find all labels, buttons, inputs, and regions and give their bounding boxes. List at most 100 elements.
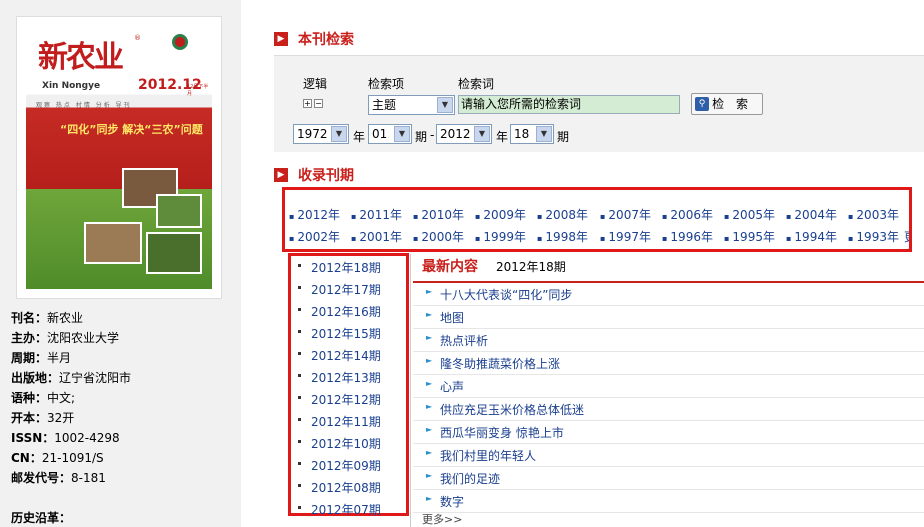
bullet-icon: ▪ (475, 234, 481, 243)
issue-unit: 期 (415, 130, 428, 144)
bullet-icon: ▪ (413, 212, 419, 221)
issue-link[interactable]: 2012年07期 (298, 501, 381, 518)
articles-more-link[interactable]: 更多>> (422, 511, 462, 527)
article-item[interactable]: ► 供应充足玉米价格总体低迷 (413, 398, 924, 421)
to-issue-select[interactable]: 18 ▼ (510, 124, 554, 144)
issue-link[interactable]: 2012年18期 (298, 259, 381, 276)
from-year-select[interactable]: 1972 ▼ (293, 124, 349, 144)
year-link[interactable]: ▪ 2007年 (600, 206, 651, 223)
issue-link[interactable]: 2012年14期 (298, 347, 381, 364)
year-link-label: 1997年 (608, 230, 651, 244)
article-item[interactable]: ► 我们的足迹 (413, 467, 924, 490)
year-link[interactable]: ▪ 2008年 (537, 206, 588, 223)
bullet-icon (298, 352, 301, 355)
from-issue-select[interactable]: 01 ▼ (368, 124, 412, 144)
bullet-icon: ▪ (537, 234, 543, 243)
article-link[interactable]: 地图 (440, 309, 464, 326)
minus-icon[interactable]: − (314, 99, 323, 108)
article-link[interactable]: 隆冬助推蔬菜价格上涨 (440, 355, 560, 372)
info-row: CN：21-1091/S (11, 451, 236, 465)
field-select[interactable]: 主题 ▼ (368, 95, 455, 115)
issue-link[interactable]: 2012年15期 (298, 325, 381, 342)
year-link[interactable]: ▪ 2011年 (351, 206, 402, 223)
issue-link[interactable]: 2012年16期 (298, 303, 381, 320)
bullet-icon (298, 374, 301, 377)
article-link[interactable]: 热点评析 (440, 332, 488, 349)
article-link[interactable]: 数字 (440, 493, 464, 510)
year-link[interactable]: ▪ 2005年 (724, 206, 775, 223)
year-link[interactable]: ▪ 2000年 (413, 228, 464, 245)
latest-content-issue: 2012年18期 (496, 260, 566, 274)
year-link[interactable]: ▪ 1999年 (475, 228, 526, 245)
bullet-icon: ▪ (848, 212, 854, 221)
year-link[interactable]: ▪ 2004年 (786, 206, 837, 223)
keyword-input[interactable]: 请输入您所需的检索词 (458, 95, 680, 114)
divider (410, 254, 411, 527)
article-item[interactable]: ► 我们村里的年轻人 (413, 444, 924, 467)
plus-icon[interactable]: + (303, 99, 312, 108)
info-value: 8-181 (71, 471, 106, 485)
arrow-icon: ► (426, 379, 433, 388)
years-more-link[interactable]: 更多 (904, 228, 909, 249)
year-link[interactable]: ▪ 1998年 (537, 228, 588, 245)
logic-label: 逻辑 (303, 77, 328, 91)
bullet-icon (298, 308, 301, 311)
year-link[interactable]: ▪ 2002年 (289, 228, 340, 245)
year-link-label: 1996年 (670, 230, 713, 244)
from-issue-value: 01 (372, 127, 388, 141)
year-link-label: 2011年 (359, 208, 402, 222)
issue-link[interactable]: 2012年12期 (298, 391, 381, 408)
year-link[interactable]: ▪ 2009年 (475, 206, 526, 223)
article-link[interactable]: 供应充足玉米价格总体低迷 (440, 401, 584, 418)
field-select-value: 主题 (372, 98, 397, 112)
article-link[interactable]: 心声 (440, 378, 464, 395)
article-item[interactable]: ► 十八大代表谈“四化”同步 (413, 283, 924, 306)
article-item[interactable]: ► 心声 (413, 375, 924, 398)
year-link[interactable]: ▪ 2006年 (662, 206, 713, 223)
article-item[interactable]: ► 数字 (413, 490, 924, 513)
article-link[interactable]: 西瓜华丽变身 惊艳上市 (440, 424, 564, 441)
year-link[interactable]: ▪ 1993年 (848, 228, 899, 245)
article-item[interactable]: ► 地图 (413, 306, 924, 329)
issue-link[interactable]: 2012年10期 (298, 435, 381, 452)
search-button[interactable]: ⚲ 检 索 (691, 93, 763, 115)
year-link[interactable]: ▪ 2001年 (351, 228, 402, 245)
bullet-icon (298, 330, 301, 333)
years-section-title: 收录刊期 (298, 168, 354, 184)
bullet-icon: ▪ (475, 212, 481, 221)
issue-link[interactable]: 2012年17期 (298, 281, 381, 298)
year-link[interactable]: ▪ 1996年 (662, 228, 713, 245)
bullet-icon (298, 286, 301, 289)
article-item[interactable]: ► 热点评析 (413, 329, 924, 352)
info-row: 语种：中文; (11, 391, 236, 405)
bullet-icon: ▪ (662, 212, 668, 221)
issue-link-label: 2012年15期 (311, 327, 381, 341)
issue-link[interactable]: 2012年11期 (298, 413, 381, 430)
year-link[interactable]: ▪ 2003年 (848, 206, 899, 223)
article-link[interactable]: 十八大代表谈“四化”同步 (440, 286, 572, 303)
to-year-select[interactable]: 2012 ▼ (436, 124, 492, 144)
year-link[interactable]: ▪ 1997年 (600, 228, 651, 245)
info-value: 新农业 (47, 311, 84, 325)
issue-link[interactable]: 2012年09期 (298, 457, 381, 474)
article-item[interactable]: ► 隆冬助推蔬菜价格上涨 (413, 352, 924, 375)
year-link[interactable]: ▪ 1995年 (724, 228, 775, 245)
year-link-label: 2009年 (483, 208, 526, 222)
issue-link[interactable]: 2012年13期 (298, 369, 381, 386)
year-link[interactable]: ▪ 2012年 (289, 206, 340, 223)
chevron-down-icon: ▼ (394, 126, 410, 142)
issue-link[interactable]: 2012年08期 (298, 479, 381, 496)
article-item[interactable]: ► 西瓜华丽变身 惊艳上市 (413, 421, 924, 444)
journal-cover[interactable]: 新农业 ® Xin Nongye 2012.12 12月下半月 观察 热点 村情… (16, 16, 222, 299)
article-link[interactable]: 我们的足迹 (440, 470, 500, 487)
year-link[interactable]: ▪ 1994年 (786, 228, 837, 245)
bullet-icon: ▪ (351, 212, 357, 221)
article-link[interactable]: 我们村里的年轻人 (440, 447, 536, 464)
keyword-label: 检索词 (458, 77, 495, 91)
year-link[interactable]: ▪ 2010年 (413, 206, 464, 223)
info-value: 1002-4298 (54, 431, 120, 445)
bullet-icon (298, 506, 301, 509)
cover-menu: 观察 热点 村情 分析 导刊 (36, 102, 132, 109)
search-icon: ⚲ (695, 97, 709, 111)
info-row: 出版地：辽宁省沈阳市 (11, 371, 236, 385)
